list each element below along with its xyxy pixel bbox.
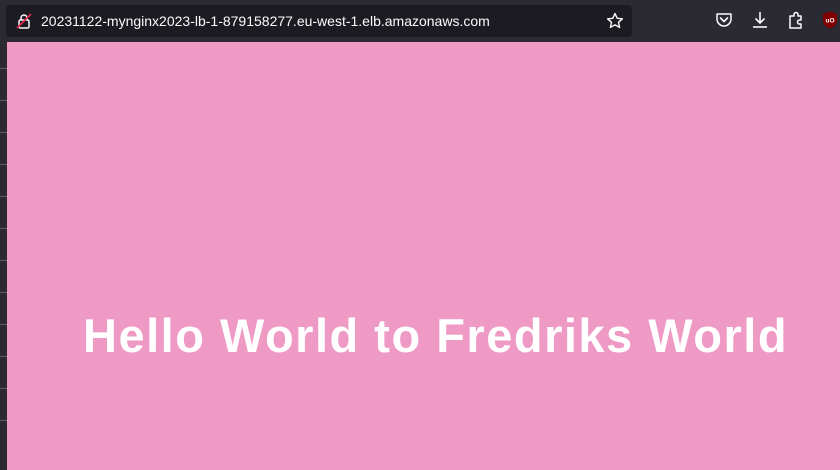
sidebar-edge: [0, 42, 7, 470]
pocket-icon[interactable]: [714, 10, 734, 30]
download-icon[interactable]: [750, 10, 770, 30]
url-text[interactable]: 20231122-mynginx2023-lb-1-879158277.eu-w…: [41, 5, 490, 37]
ublock-badge-text: uO: [825, 18, 834, 25]
star-icon[interactable]: [606, 12, 624, 30]
ublock-origin-icon[interactable]: uO: [820, 10, 840, 30]
page-content: Hello World to Fredriks World: [7, 42, 840, 470]
extensions-icon[interactable]: [786, 10, 806, 30]
browser-toolbar: 20231122-mynginx2023-lb-1-879158277.eu-w…: [0, 0, 840, 42]
page-heading: Hello World to Fredriks World: [83, 309, 789, 362]
address-bar[interactable]: 20231122-mynginx2023-lb-1-879158277.eu-w…: [6, 5, 632, 37]
lock-warning-icon[interactable]: [16, 13, 32, 29]
